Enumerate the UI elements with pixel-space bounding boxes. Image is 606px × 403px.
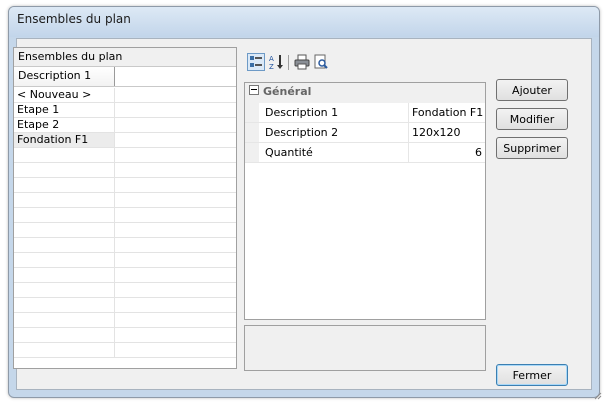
list-empty-row (14, 298, 236, 313)
modifier-button[interactable]: Modifier (496, 108, 568, 130)
category-label: Général (263, 85, 312, 98)
list-empty-row (14, 193, 236, 208)
window-title: Ensembles du plan (17, 12, 131, 26)
title-bar[interactable]: Ensembles du plan (9, 7, 599, 37)
resize-grip-icon[interactable] (592, 390, 602, 400)
property-name: Description 1 (259, 103, 409, 122)
list-item[interactable]: Etape 1 (14, 103, 236, 118)
property-grid: Général Description 1 Fondation F1 Descr… (244, 82, 486, 320)
column-header-description-1[interactable]: Description 1 (14, 67, 115, 86)
list-item-label (14, 283, 115, 297)
list-item[interactable]: Fondation F1 (14, 133, 236, 148)
list-item-label: Fondation F1 (14, 133, 115, 147)
list-item-label (14, 343, 115, 357)
collapse-icon[interactable] (249, 85, 259, 95)
list-empty-row (14, 238, 236, 253)
sort-alphabetical-icon[interactable]: A Z (268, 53, 286, 71)
list-item-label (14, 208, 115, 222)
list-item-label (14, 298, 115, 312)
list-item-label (14, 238, 115, 252)
list-column-header-row: Description 1 (14, 67, 236, 87)
list-item-label: Etape 2 (14, 118, 115, 132)
list-item[interactable]: < Nouveau > (14, 88, 236, 103)
list-item-label: < Nouveau > (14, 88, 115, 102)
preview-icon[interactable] (312, 53, 330, 71)
property-name: Quantité (259, 143, 409, 162)
property-row-description-2[interactable]: Description 2 120x120 (245, 123, 485, 143)
list-empty-row (14, 343, 236, 358)
property-value[interactable]: 120x120 (409, 123, 485, 142)
property-row-description-1[interactable]: Description 1 Fondation F1 (245, 103, 485, 123)
property-value[interactable]: Fondation F1 (409, 103, 485, 122)
supprimer-button[interactable]: Supprimer (496, 137, 568, 159)
list-item-label (14, 163, 115, 177)
list-empty-row (14, 178, 236, 193)
list-empty-row (14, 223, 236, 238)
list-item-label (14, 313, 115, 327)
print-icon[interactable] (293, 53, 311, 71)
property-row-quantite[interactable]: Quantité 6 (245, 143, 485, 163)
list-item-label (14, 268, 115, 282)
list-empty-row (14, 253, 236, 268)
list-item-label (14, 253, 115, 267)
category-general[interactable]: Général (245, 83, 485, 103)
list-empty-row (14, 313, 236, 328)
property-value[interactable]: 6 (409, 143, 485, 162)
list-empty-row (14, 328, 236, 343)
categorized-icon[interactable] (247, 53, 265, 71)
list-empty-row (14, 148, 236, 163)
svg-text:Z: Z (269, 63, 274, 71)
property-help-panel (244, 325, 486, 371)
list-empty-row (14, 163, 236, 178)
list-empty-row (14, 268, 236, 283)
list-empty-row (14, 283, 236, 298)
list-item-label (14, 148, 115, 162)
ensembles-list-panel: Ensembles du plan Description 1 < Nouvea… (13, 47, 237, 369)
svg-text:A: A (269, 55, 274, 63)
list-panel-header: Ensembles du plan (14, 48, 236, 67)
toolbar-separator (288, 55, 289, 70)
property-name: Description 2 (259, 123, 409, 142)
list-rows: < Nouveau > Etape 1 Etape 2 Fondation F1 (14, 88, 236, 358)
list-item-label: Etape 1 (14, 103, 115, 117)
list-item[interactable]: Etape 2 (14, 118, 236, 133)
list-item-label (14, 193, 115, 207)
list-empty-row (14, 208, 236, 223)
list-item-label (14, 223, 115, 237)
ajouter-button[interactable]: Ajouter (496, 79, 568, 101)
fermer-button[interactable]: Fermer (496, 364, 568, 386)
list-item-label (14, 328, 115, 342)
list-item-label (14, 178, 115, 192)
